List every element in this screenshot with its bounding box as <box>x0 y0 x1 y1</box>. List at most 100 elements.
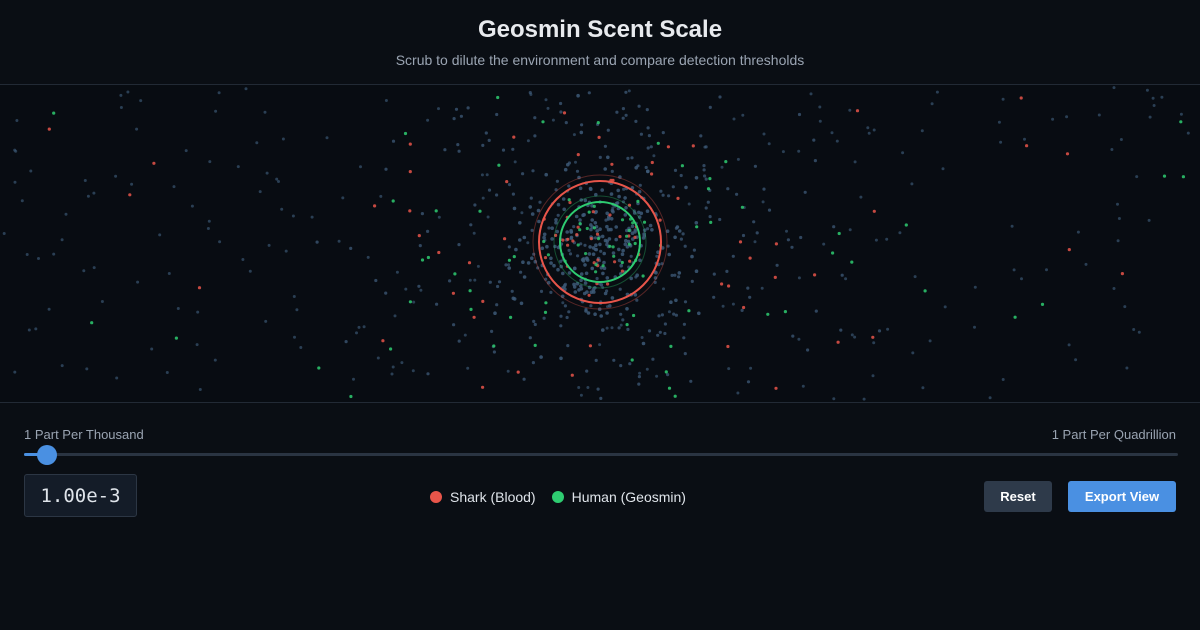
particle <box>761 200 765 204</box>
particle <box>522 275 527 279</box>
particle <box>1067 343 1071 347</box>
human-particle <box>594 270 598 274</box>
particle <box>37 257 40 260</box>
shark-particle <box>774 386 778 390</box>
human-particle <box>541 120 545 124</box>
particle <box>487 138 491 142</box>
particle <box>687 202 691 206</box>
particle <box>818 119 822 123</box>
particle <box>645 108 649 112</box>
human-particle <box>584 252 588 256</box>
dilution-slider[interactable] <box>24 445 1178 465</box>
particle <box>797 112 802 117</box>
particle <box>689 379 693 383</box>
particle <box>526 261 531 265</box>
human-particle <box>469 307 473 311</box>
particle <box>1097 113 1101 117</box>
particle <box>704 206 708 210</box>
particle <box>1147 218 1151 222</box>
particle <box>583 243 587 247</box>
particle <box>590 218 594 222</box>
particle <box>662 287 665 291</box>
particle <box>598 343 602 347</box>
particle <box>457 243 461 247</box>
particle <box>544 98 548 102</box>
particle <box>885 237 889 241</box>
human-particle <box>576 243 580 247</box>
particle <box>29 169 33 173</box>
shark-particle <box>451 291 455 295</box>
shark-particle <box>606 282 610 286</box>
particle <box>1186 131 1190 135</box>
particle <box>531 169 535 173</box>
human-particle <box>512 255 516 259</box>
particle <box>797 149 801 153</box>
particle <box>630 224 635 229</box>
slider-track[interactable] <box>24 453 1178 456</box>
particle <box>172 185 176 189</box>
particle <box>624 238 628 243</box>
particle <box>850 333 854 337</box>
particle <box>217 91 221 95</box>
particle <box>561 197 566 201</box>
particle <box>507 266 512 270</box>
particle <box>206 227 210 230</box>
scale-min-label: 1 Part Per Thousand <box>24 427 144 442</box>
export-view-button[interactable]: Export View <box>1068 481 1176 512</box>
shark-particle <box>197 286 202 290</box>
particle <box>587 252 592 256</box>
particle <box>621 318 625 322</box>
particle <box>277 180 280 183</box>
particle <box>481 143 485 147</box>
particle <box>15 119 19 122</box>
particle <box>594 358 598 362</box>
particle <box>746 286 750 290</box>
particle <box>752 220 756 224</box>
particle <box>577 386 581 389</box>
human-particle <box>492 344 496 348</box>
human-particle <box>567 198 571 202</box>
particle <box>731 302 735 306</box>
particle <box>615 201 620 205</box>
particle <box>511 192 515 196</box>
particle <box>195 343 199 347</box>
particle <box>574 160 577 164</box>
shark-particle <box>774 242 779 246</box>
particle <box>82 269 86 273</box>
particle <box>671 185 675 189</box>
particle <box>337 239 341 243</box>
particle <box>1116 239 1120 243</box>
particle <box>532 319 536 323</box>
particle <box>357 325 361 329</box>
particle <box>13 370 17 374</box>
particle <box>633 228 638 232</box>
particle <box>291 214 295 218</box>
shark-particle <box>373 204 377 208</box>
particle <box>762 187 766 191</box>
slider-thumb[interactable] <box>37 445 58 465</box>
human-particle <box>403 131 408 136</box>
particle <box>390 372 394 376</box>
human-particle <box>478 209 482 213</box>
particle <box>533 116 537 120</box>
particle <box>605 211 609 216</box>
particle <box>391 365 395 369</box>
particle <box>732 117 736 121</box>
particle <box>872 128 876 132</box>
particle <box>661 193 665 197</box>
particle <box>799 235 803 240</box>
particle <box>941 167 945 171</box>
particle <box>610 296 615 300</box>
particle <box>281 137 285 141</box>
particle <box>803 190 807 194</box>
particle <box>529 93 533 96</box>
reset-button[interactable]: Reset <box>984 481 1052 512</box>
shark-particle <box>589 237 593 241</box>
shark-particle <box>773 275 777 279</box>
particle <box>611 206 615 210</box>
particle <box>493 311 497 315</box>
particle <box>352 377 355 381</box>
particle <box>619 312 623 316</box>
particle <box>100 300 104 303</box>
particle <box>593 247 597 251</box>
